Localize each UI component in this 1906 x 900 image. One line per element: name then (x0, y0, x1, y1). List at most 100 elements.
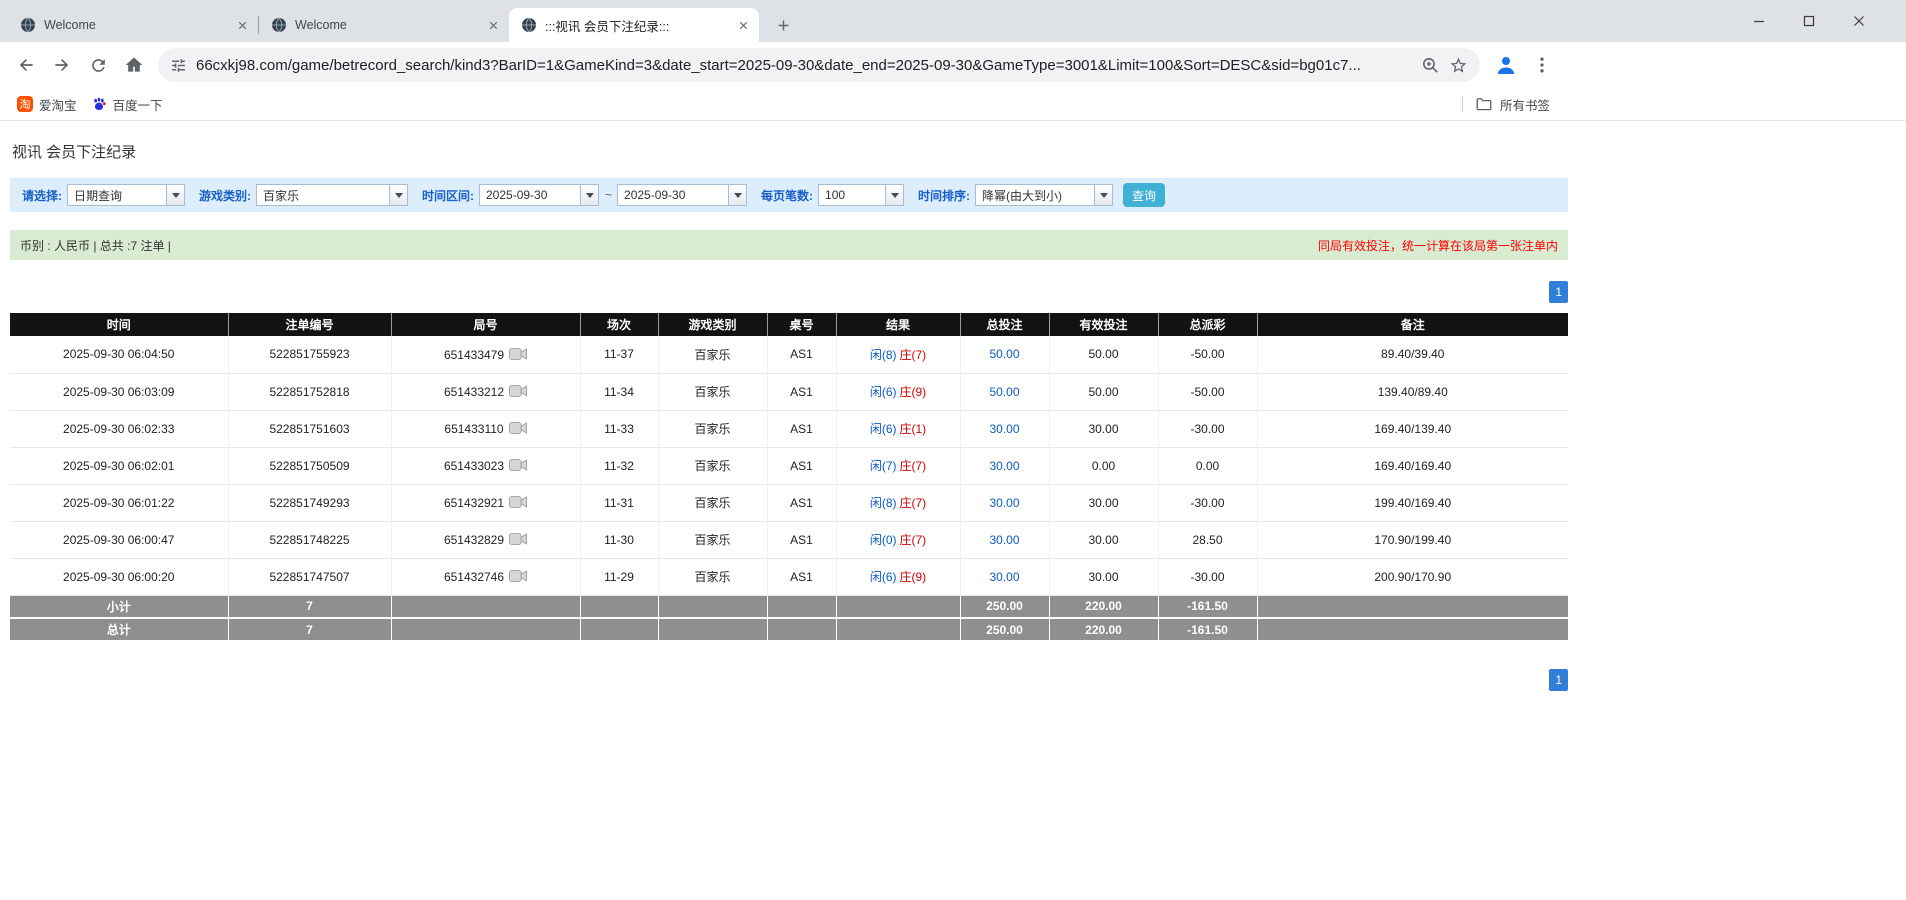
pagination-page-1[interactable]: 1 (1549, 281, 1568, 303)
forward-button[interactable] (44, 47, 80, 83)
globe-favicon-icon (20, 17, 36, 33)
page-size-combo[interactable]: 100 (818, 184, 904, 206)
video-replay-icon[interactable] (509, 458, 527, 472)
tab-close-icon[interactable] (735, 17, 751, 33)
total-bet-link[interactable]: 50.00 (989, 347, 1019, 361)
date-end-combo[interactable]: 2025-09-30 (617, 184, 747, 206)
result-banker: 庄(7) (900, 348, 927, 362)
tab-welcome-2[interactable]: Welcome (259, 8, 509, 42)
result-banker: 庄(1) (900, 422, 927, 436)
table-row: 2025-09-30 06:00:47 522851748225 6514328… (10, 521, 1568, 558)
address-bar[interactable]: 66cxkj98.com/game/betrecord_search/kind3… (158, 48, 1480, 82)
page-size-value: 100 (819, 185, 885, 205)
total-bet-link[interactable]: 30.00 (989, 496, 1019, 510)
video-replay-icon[interactable] (509, 569, 527, 583)
cell-game-type: 百家乐 (658, 484, 767, 521)
reload-button[interactable] (80, 47, 116, 83)
notice-text: 同局有效投注，统一计算在该局第一张注单内 (1318, 237, 1558, 254)
tab-close-icon[interactable] (485, 17, 501, 33)
chevron-down-icon[interactable] (728, 185, 746, 205)
video-replay-icon[interactable] (509, 347, 527, 361)
total-bet-link[interactable]: 50.00 (989, 385, 1019, 399)
url-text[interactable]: 66cxkj98.com/game/betrecord_search/kind3… (196, 57, 1412, 74)
site-settings-icon[interactable] (170, 57, 187, 74)
cell-bet-id: 522851748225 (228, 521, 391, 558)
bookmark-baidu[interactable]: 百度一下 (84, 92, 170, 117)
video-replay-icon[interactable] (509, 495, 527, 509)
sort-order-label: 时间排序: (918, 187, 970, 204)
video-replay-icon[interactable] (509, 384, 527, 398)
taobao-icon: 淘 (17, 96, 33, 112)
cell-time: 2025-09-30 06:01:22 (10, 484, 228, 521)
bookmarks-bar: 淘 爱淘宝 百度一下 所有书签 (0, 88, 1906, 121)
browser-chrome: Welcome Welcome :::视讯 会员下注纪录::: (0, 0, 1906, 121)
chevron-down-icon[interactable] (166, 185, 184, 205)
search-button[interactable]: 查询 (1123, 183, 1165, 207)
chevron-down-icon[interactable] (389, 185, 407, 205)
cell-result: 闲(7)庄(7) (836, 447, 960, 484)
video-replay-icon[interactable] (509, 421, 527, 435)
cell-total-bet: 30.00 (960, 447, 1049, 484)
cell-time: 2025-09-30 06:00:47 (10, 521, 228, 558)
select-type-value: 日期查询 (68, 185, 166, 205)
tab-close-icon[interactable] (234, 17, 250, 33)
cell-note: 169.40/139.40 (1257, 410, 1568, 447)
profile-icon[interactable] (1494, 53, 1518, 77)
total-bet-link[interactable]: 30.00 (989, 422, 1019, 436)
total-bet-link[interactable]: 30.00 (989, 533, 1019, 547)
chevron-down-icon[interactable] (885, 185, 903, 205)
video-replay-icon[interactable] (509, 532, 527, 546)
game-type-combo[interactable]: 百家乐 (256, 184, 408, 206)
menu-icon[interactable] (1532, 55, 1552, 75)
sort-order-combo[interactable]: 降幂(由大到小) (975, 184, 1113, 206)
cell-round: 651433479 (391, 336, 580, 373)
all-bookmarks[interactable]: 所有书签 (1462, 88, 1550, 120)
bookmark-taobao[interactable]: 淘 爱淘宝 (10, 92, 84, 117)
grand-total-payout: -161.50 (1158, 618, 1257, 641)
tab-title: Welcome (44, 18, 226, 32)
tab-welcome-1[interactable]: Welcome (8, 8, 258, 42)
date-start-combo[interactable]: 2025-09-30 (479, 184, 599, 206)
cell-note: 170.90/199.40 (1257, 521, 1568, 558)
round-number: 651432829 (444, 533, 504, 547)
total-bet-link[interactable]: 30.00 (989, 459, 1019, 473)
maximize-button[interactable] (1802, 14, 1816, 28)
cell-valid-bet: 30.00 (1049, 558, 1158, 595)
bet-records-table: 时间 注单编号 局号 场次 游戏类别 桌号 结果 总投注 有效投注 总派彩 备注… (10, 313, 1568, 642)
cell-table-no: AS1 (767, 410, 836, 447)
table-row: 2025-09-30 06:02:33 522851751603 6514331… (10, 410, 1568, 447)
col-header-valid-bet: 有效投注 (1049, 313, 1158, 336)
minimize-button[interactable] (1752, 14, 1766, 28)
cell-result: 闲(6)庄(1) (836, 410, 960, 447)
browser-toolbar: 66cxkj98.com/game/betrecord_search/kind3… (0, 42, 1906, 88)
sort-order-value: 降幂(由大到小) (976, 185, 1094, 205)
zoom-icon[interactable] (1421, 56, 1440, 75)
cell-valid-bet: 0.00 (1049, 447, 1158, 484)
tab-betrecord[interactable]: :::视讯 会员下注纪录::: (509, 8, 759, 42)
table-row: 2025-09-30 06:02:01 522851750509 6514330… (10, 447, 1568, 484)
result-player: 闲(0) (870, 533, 897, 547)
pagination-page-1[interactable]: 1 (1549, 669, 1568, 691)
cell-table-no: AS1 (767, 558, 836, 595)
plus-icon (775, 17, 792, 34)
chevron-down-icon[interactable] (580, 185, 598, 205)
select-type-combo[interactable]: 日期查询 (67, 184, 185, 206)
chevron-down-icon[interactable] (1094, 185, 1112, 205)
currency-summary: 币别 : 人民币 | 总共 :7 注单 | (20, 237, 171, 254)
grand-total-valid-bet: 220.00 (1049, 618, 1158, 641)
cell-valid-bet: 50.00 (1049, 336, 1158, 373)
total-bet-link[interactable]: 30.00 (989, 570, 1019, 584)
new-tab-button[interactable] (769, 11, 797, 39)
result-player: 闲(8) (870, 348, 897, 362)
result-player: 闲(6) (870, 570, 897, 584)
close-button[interactable] (1852, 14, 1866, 28)
cell-payout: -30.00 (1158, 484, 1257, 521)
cell-session: 11-32 (580, 447, 658, 484)
home-button[interactable] (116, 47, 152, 83)
cell-total-bet: 30.00 (960, 558, 1049, 595)
back-button[interactable] (8, 47, 44, 83)
round-number: 651432746 (444, 570, 504, 584)
cell-valid-bet: 30.00 (1049, 410, 1158, 447)
table-row: 2025-09-30 06:03:09 522851752818 6514332… (10, 373, 1568, 410)
bookmark-star-icon[interactable] (1449, 56, 1468, 75)
